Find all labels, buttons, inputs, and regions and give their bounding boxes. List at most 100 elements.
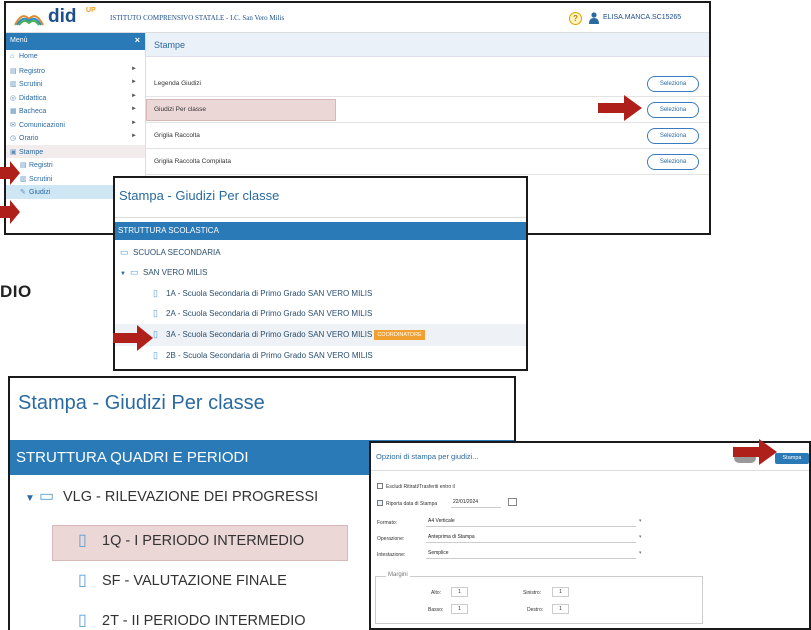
riporta-data-label: Riporta data di Stampa xyxy=(386,501,438,507)
sidebar-item-label: Stampe xyxy=(19,148,44,156)
escludi-checkbox[interactable] xyxy=(377,483,383,489)
background-caption-fragment: DIO xyxy=(0,282,32,301)
sidebar-item-comunicazioni[interactable]: ✉ Comunicazioni ► xyxy=(6,118,145,132)
destro-input[interactable]: 1 xyxy=(552,604,569,614)
sidebar-item-label: Comunicazioni xyxy=(19,121,65,129)
file-icon: ▯ xyxy=(153,308,158,318)
arrow-seleziona-icon xyxy=(598,95,642,121)
date-field[interactable]: 22/01/2024 xyxy=(451,497,501,508)
arrow-giudizi-icon xyxy=(0,200,20,224)
sidebar-item-label: Giudizi xyxy=(29,189,51,196)
didup-logo-icon xyxy=(14,15,44,26)
tree-node-label: VLG - RILEVAZIONE DEI PROGRESSI xyxy=(63,489,319,505)
riporta-data-checkbox[interactable] xyxy=(377,500,383,506)
tree-node[interactable]: ▼ ▭ VLG - RILEVAZIONE DEI PROGRESSI xyxy=(25,486,318,516)
chevron-down-icon: ▾ xyxy=(639,518,642,524)
class-tree-screen: Stampa - Giudizi Per classe STRUTTURA SC… xyxy=(113,176,528,371)
help-icon[interactable]: ? xyxy=(569,12,582,25)
sinistro-label: Sinistro: xyxy=(523,590,542,596)
sidebar-item-registro[interactable]: ▤ Registro ► xyxy=(6,64,145,78)
envelope-icon: ✉ xyxy=(10,121,16,129)
page-title: Stampa - Giudizi Per classe xyxy=(18,392,265,414)
tree-node-label: SAN VERO MILIS xyxy=(143,268,208,277)
file-icon: ▯ xyxy=(78,612,87,629)
alto-input[interactable]: 1 xyxy=(451,587,468,597)
tree-node-label: SF - VALUTAZIONE FINALE xyxy=(102,573,287,589)
grades-icon: ▥ xyxy=(20,175,27,183)
sinistro-input[interactable]: 1 xyxy=(552,587,569,597)
tree-node[interactable]: ▯ SF - VALUTAZIONE FINALE xyxy=(78,570,287,600)
menu-header: Menù × xyxy=(6,33,145,50)
register-icon: ▤ xyxy=(20,162,27,169)
tree-node[interactable]: ▯ 3A - Scuola Secondaria di Primo Grado S… xyxy=(153,329,425,349)
sidebar-item-bacheca[interactable]: ▦ Bacheca ► xyxy=(6,104,145,118)
file-icon: ▯ xyxy=(78,532,87,549)
sidebar-item-label: Orario xyxy=(19,135,39,142)
margins-fieldset: Margini Alto: 1 Basso: 1 Sinistro: 1 Des… xyxy=(375,572,703,624)
list-item: Griglia Raccolta Compilata Seleziona xyxy=(146,149,709,175)
tree-node-label: 2T - II PERIODO INTERMEDIO xyxy=(102,613,306,629)
menu-title: Menù xyxy=(10,37,28,44)
sidebar-item-registri[interactable]: ▤ Registri xyxy=(6,158,145,172)
tree-node-label: 1Q - I PERIODO INTERMEDIO xyxy=(102,533,305,549)
user-name[interactable]: ELISA.MANCA.SC15265 xyxy=(603,14,681,21)
sidebar-item-scrutini[interactable]: ▥ Scrutini ► xyxy=(6,77,145,91)
sidebar-item-label: Registri xyxy=(29,162,53,169)
margins-legend: Margini xyxy=(386,572,410,578)
sidebar-item-label: Didattica xyxy=(19,94,47,102)
dialog-title: Opzioni di stampa per giudizi... xyxy=(376,452,479,461)
sidebar-item-stampe[interactable]: ▣ Stampe xyxy=(6,144,145,158)
arrow-class-3a-icon xyxy=(113,325,153,351)
print-icon: ▣ xyxy=(10,148,17,156)
tree-node[interactable]: ▭ SCUOLA SECONDARIA xyxy=(120,247,221,267)
school-name: ISTITUTO COMPRENSIVO STATALE - I.C. San … xyxy=(110,14,285,22)
formato-label: Formato: xyxy=(377,520,398,526)
role-badge: COORDINATORE xyxy=(374,330,425,340)
print-label: Griglia Raccolta xyxy=(154,132,200,139)
print-button[interactable]: Stampa xyxy=(775,453,809,464)
chevron-down-icon: ▾ xyxy=(639,550,642,556)
arrow-stampe-icon xyxy=(0,161,20,185)
tree-node-label: 3A - Scuola Secondaria di Primo Grado SA… xyxy=(166,330,373,339)
operation-select[interactable]: Anteprima di Stampa xyxy=(426,532,636,543)
tree-node[interactable]: ▯ 2T - II PERIODO INTERMEDIO xyxy=(78,610,306,630)
file-icon: ▯ xyxy=(153,288,158,298)
select-button[interactable]: Seleziona xyxy=(647,154,699,170)
file-icon: ▯ xyxy=(78,572,87,589)
tree-node[interactable]: ▯ 2A - Scuola Secondaria di Primo Grado S… xyxy=(153,308,372,328)
chevron-right-icon: ► xyxy=(131,106,137,112)
print-label: Legenda Giudizi xyxy=(154,80,201,87)
intestazione-label: Intestazione: xyxy=(377,552,406,558)
select-button[interactable]: Seleziona xyxy=(647,128,699,144)
sidebar-item-label: Registro xyxy=(19,67,46,75)
pencil-icon: ✎ xyxy=(20,189,26,196)
calendar-icon[interactable] xyxy=(508,498,517,506)
folder-open-icon: ▭ xyxy=(39,488,55,505)
sidebar-item-orario[interactable]: ◷ Orario ► xyxy=(6,131,145,145)
tree-node[interactable]: ▯ 1Q - I PERIODO INTERMEDIO xyxy=(78,530,304,560)
caret-down-icon: ▼ xyxy=(120,271,126,277)
header-select[interactable]: Semplice xyxy=(426,548,636,559)
sidebar-item-home[interactable]: ⌂ Home xyxy=(6,50,145,64)
format-select[interactable]: A4 Verticale xyxy=(426,516,636,527)
print-label: Giudizi Per classe xyxy=(154,106,207,113)
clock-icon: ◷ xyxy=(10,135,17,142)
select-button[interactable]: Seleziona xyxy=(647,102,699,118)
chevron-right-icon: ► xyxy=(131,119,137,126)
file-icon: ▯ xyxy=(153,350,158,360)
tree-node[interactable]: ▯ 1A - Scuola Secondaria di Primo Grado S… xyxy=(153,288,372,308)
home-icon: ⌂ xyxy=(10,53,15,60)
sidebar-item-didattica[interactable]: ◎ Didattica ► xyxy=(6,91,145,105)
tree-node-label: 1A - Scuola Secondaria di Primo Grado SA… xyxy=(166,289,373,298)
basso-input[interactable]: 1 xyxy=(451,604,468,614)
chevron-right-icon: ► xyxy=(131,65,137,72)
folder-icon: ▭ xyxy=(120,247,129,257)
sidebar-item-label: Home xyxy=(19,53,38,60)
close-menu-icon[interactable]: × xyxy=(135,35,140,45)
section-header: STRUTTURA SCOLASTICA xyxy=(115,222,526,240)
tree-node[interactable]: ▼ ▭ SAN VERO MILIS xyxy=(120,267,207,287)
alto-label: Alto: xyxy=(431,590,442,596)
operazione-label: Operazione: xyxy=(377,536,405,542)
tree-node[interactable]: ▯ 2B - Scuola Secondaria di Primo Grado S… xyxy=(153,350,373,369)
select-button[interactable]: Seleziona xyxy=(647,76,699,92)
